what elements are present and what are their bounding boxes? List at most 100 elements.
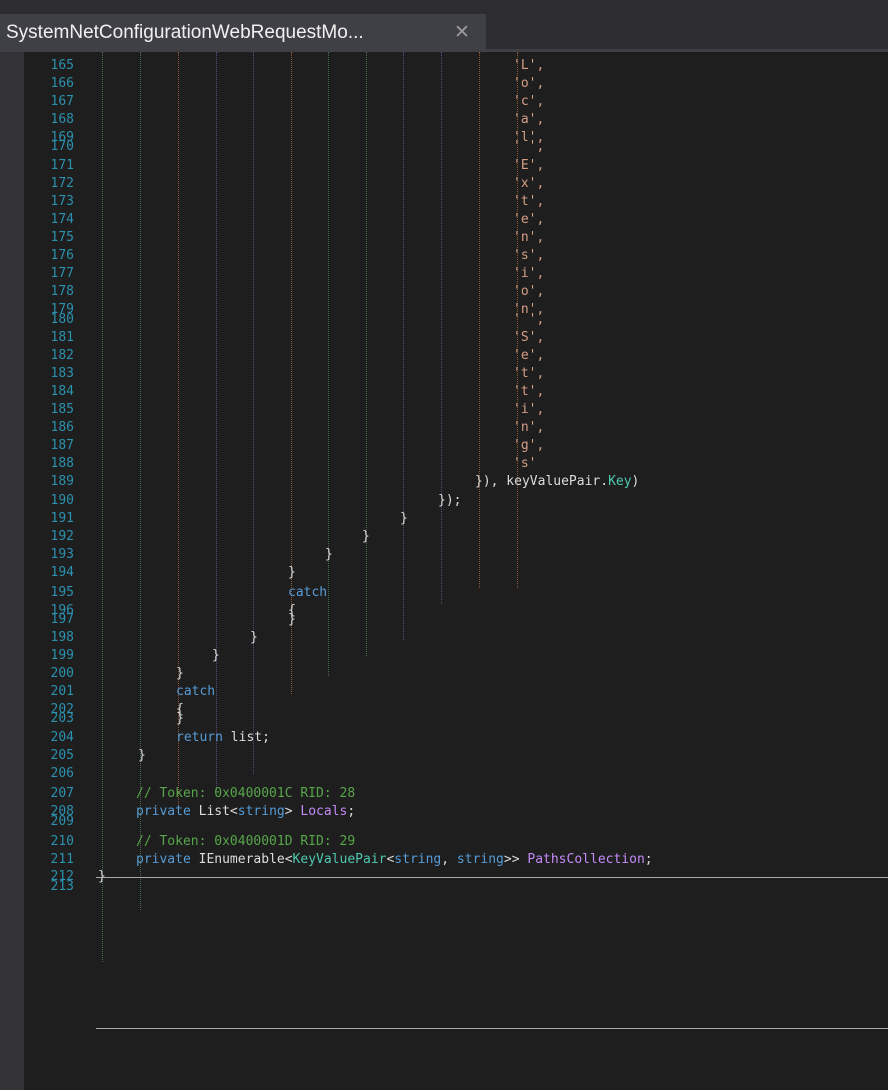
- code-line: 'n',: [513, 420, 545, 435]
- code-line: 'o',: [513, 76, 545, 91]
- code-token: Locals: [300, 804, 348, 819]
- code-token: 'a',: [513, 112, 545, 127]
- member-separator: [96, 1028, 888, 1029]
- code-token: ,: [441, 852, 457, 867]
- code-token: 't',: [513, 366, 545, 381]
- code-area[interactable]: 'L','o','c','a','l', ' ', 'E','x','t','e',…: [0, 52, 888, 1090]
- code-line: ' ',: [513, 312, 545, 327]
- code-token: string: [394, 852, 442, 867]
- code-line: 'n',: [513, 230, 545, 245]
- code-token: ): [631, 474, 640, 489]
- code-line: 't',: [513, 194, 545, 209]
- code-token: 'n',: [513, 230, 545, 245]
- member-separator: [96, 877, 888, 878]
- code-line: 'i',: [513, 402, 545, 417]
- code-line: });: [438, 493, 462, 508]
- code-line: }: [138, 748, 146, 763]
- code-token: }: [176, 711, 184, 726]
- code-line: 'L',: [513, 58, 545, 73]
- code-token: }: [176, 666, 184, 681]
- code-token: 'L',: [513, 58, 545, 73]
- document-tab[interactable]: SystemNetConfigurationWebRequestMo... ✕: [0, 14, 486, 52]
- code-token: private: [136, 804, 191, 819]
- code-line: catch: [176, 684, 216, 699]
- code-line: 'a',: [513, 112, 545, 127]
- code-token: 'e',: [513, 212, 545, 227]
- code-token: 's': [513, 456, 537, 471]
- code-token: private: [136, 852, 191, 867]
- code-line: 'S',: [513, 330, 545, 345]
- code-token: });: [438, 493, 462, 508]
- code-token: 'o',: [513, 76, 545, 91]
- code-token: 'o',: [513, 284, 545, 299]
- code-token: }: [325, 547, 333, 562]
- code-line: return list;: [176, 730, 270, 745]
- code-line: }: [212, 648, 220, 663]
- code-line: 'g',: [513, 438, 545, 453]
- code-token: catch: [176, 684, 216, 699]
- code-token: PathsCollection: [527, 852, 645, 867]
- code-token: ' ',: [513, 312, 545, 327]
- code-token: 'x',: [513, 176, 545, 191]
- code-token: Key: [608, 474, 632, 489]
- code-token: }: [400, 511, 408, 526]
- code-token: 't',: [513, 384, 545, 399]
- code-line: 'E',: [513, 158, 545, 173]
- code-token: 'g',: [513, 438, 545, 453]
- code-line: }: [325, 547, 333, 562]
- code-token: 'i',: [513, 266, 545, 281]
- code-token: }: [288, 565, 296, 580]
- code-line: private List<string> Locals;: [136, 804, 356, 819]
- code-line: 'e',: [513, 348, 545, 363]
- code-line: 'i',: [513, 266, 545, 281]
- code-line: 's',: [513, 248, 545, 263]
- code-line: }), keyValuePair.Key): [475, 474, 640, 489]
- code-line: 't',: [513, 366, 545, 381]
- code-line: // Token: 0x0400001C RID: 28: [136, 786, 356, 801]
- code-token: return: [176, 730, 223, 745]
- code-line: }: [400, 511, 408, 526]
- code-token: // Token: 0x0400001D RID: 29: [136, 834, 356, 849]
- code-token: 'e',: [513, 348, 545, 363]
- code-token: list;: [222, 730, 270, 745]
- code-line: 'e',: [513, 212, 545, 227]
- code-line: 'c',: [513, 94, 545, 109]
- code-line: }: [176, 666, 184, 681]
- code-token: 'c',: [513, 94, 545, 109]
- code-token: }), keyValuePair.: [475, 474, 609, 489]
- code-token: }: [250, 630, 258, 645]
- code-token: IEnumerable<: [190, 852, 293, 867]
- code-line: catch: [288, 585, 328, 600]
- code-token: >: [284, 804, 301, 819]
- close-icon[interactable]: ✕: [454, 20, 470, 44]
- code-line: }: [288, 565, 296, 580]
- code-token: ;: [347, 804, 356, 819]
- tab-title: SystemNetConfigurationWebRequestMo...: [6, 22, 364, 43]
- code-line: 't',: [513, 384, 545, 399]
- tab-bar: SystemNetConfigurationWebRequestMo... ✕: [0, 0, 888, 52]
- code-token: catch: [288, 585, 328, 600]
- code-token: >>: [503, 852, 528, 867]
- code-token: string: [456, 852, 504, 867]
- code-token: 's',: [513, 248, 545, 263]
- code-line: 'o',: [513, 284, 545, 299]
- code-token: }: [362, 529, 370, 544]
- code-token: 't',: [513, 194, 545, 209]
- code-line: }: [250, 630, 258, 645]
- code-token: 'E',: [513, 158, 545, 173]
- code-token: ' ',: [513, 139, 545, 154]
- code-token: }: [212, 648, 220, 663]
- code-token: List<: [190, 804, 238, 819]
- code-line: 's': [513, 456, 537, 471]
- code-token: }: [138, 748, 146, 763]
- code-token: 'S',: [513, 330, 545, 345]
- code-token: 'i',: [513, 402, 545, 417]
- code-line: // Token: 0x0400001D RID: 29: [136, 834, 356, 849]
- code-line: }: [176, 711, 184, 726]
- code-token: ;: [644, 852, 653, 867]
- code-token: 'n',: [513, 420, 545, 435]
- code-line: }: [288, 613, 296, 626]
- code-token: string: [237, 804, 285, 819]
- code-token: // Token: 0x0400001C RID: 28: [136, 786, 356, 801]
- code-line: ' ',: [513, 139, 545, 154]
